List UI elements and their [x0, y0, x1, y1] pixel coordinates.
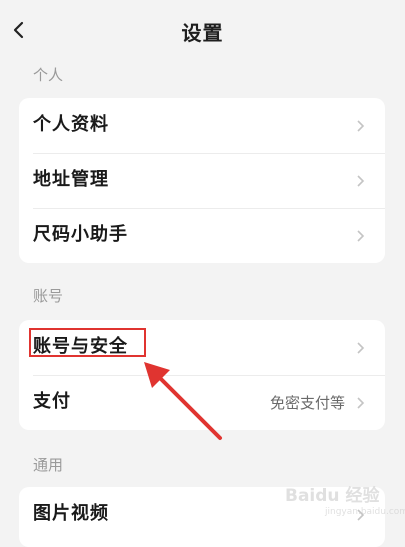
section-label-account: 账号: [33, 287, 64, 305]
personal-card: 个人资料 地址管理 尺码小助手: [19, 98, 385, 263]
section-label-personal: 个人: [33, 66, 64, 84]
chevron-right-icon: [357, 120, 365, 132]
chevron-right-icon: [357, 397, 365, 409]
section-label-general: 通用: [33, 456, 64, 474]
page-title: 设置: [181, 21, 224, 45]
row-label: 个人资料: [33, 114, 109, 135]
annotation-arrow-icon: [144, 362, 222, 440]
baidu-watermark: Baidu 经验 jingyan.baidu.com: [285, 479, 405, 523]
row-label: 支付: [33, 391, 71, 412]
row-label: 地址管理: [33, 169, 109, 190]
chevron-right-icon: [357, 175, 365, 187]
row-label: 图片视频: [33, 503, 109, 524]
watermark-brand: Baidu 经验: [285, 486, 380, 506]
row-value: 免密支付等: [269, 394, 345, 412]
chevron-right-icon: [357, 230, 365, 242]
watermark-url: jingyan.baidu.com: [325, 507, 405, 517]
settings-row-size-helper[interactable]: 尺码小助手: [19, 208, 385, 263]
chevron-right-icon: [357, 342, 365, 354]
top-bar: 设置: [0, 0, 405, 62]
settings-row-address[interactable]: 地址管理: [19, 153, 385, 208]
settings-row-profile[interactable]: 个人资料: [19, 98, 385, 153]
row-label: 尺码小助手: [33, 224, 128, 245]
highlight-box: [29, 328, 146, 357]
